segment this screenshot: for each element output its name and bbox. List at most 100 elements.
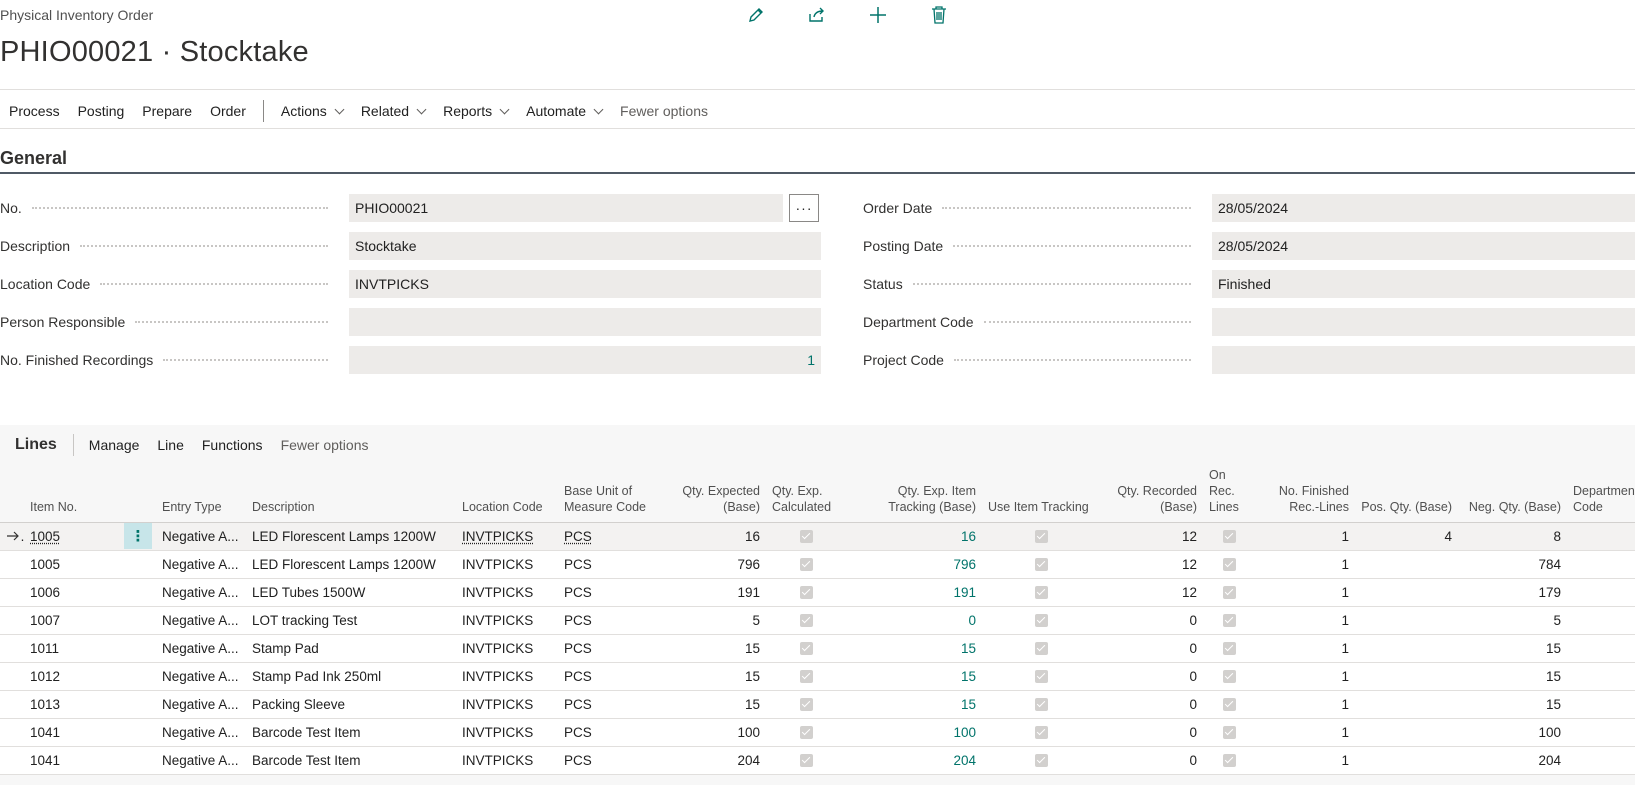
location-code-cell[interactable]: INVTPICKS: [456, 634, 558, 663]
col-qty-exp-calculated[interactable]: Qty. Exp. Calculated: [766, 463, 848, 523]
lines-action-functions[interactable]: Functions: [193, 437, 272, 453]
location-code-cell[interactable]: INVTPICKS: [456, 550, 558, 579]
department-code-cell[interactable]: [1567, 746, 1635, 775]
col-pos-qty[interactable]: Pos. Qty. (Base): [1355, 463, 1458, 523]
col-on-rec-lines[interactable]: On Rec. Lines: [1203, 463, 1253, 523]
table-row[interactable]: 1041 Negative A... Barcode Test Item INVTPI…: [0, 746, 1635, 775]
location-code-field[interactable]: INVTPICKS: [349, 270, 821, 298]
menu-actions[interactable]: Actions: [272, 103, 352, 119]
order-date-field[interactable]: 28/05/2024: [1212, 194, 1635, 222]
table-row[interactable]: 1013 Negative A... Packing Sleeve INVTPICKS…: [0, 690, 1635, 719]
description-cell[interactable]: LED Florescent Lamps 1200W: [246, 522, 456, 551]
entry-type-cell[interactable]: Negative A...: [156, 606, 246, 635]
department-code-cell[interactable]: [1567, 690, 1635, 719]
location-code-cell[interactable]: INVTPICKS: [456, 746, 558, 775]
entry-type-cell[interactable]: Negative A...: [156, 634, 246, 663]
new-icon[interactable]: [867, 4, 889, 26]
department-code-cell[interactable]: [1567, 718, 1635, 747]
uom-cell[interactable]: PCS: [558, 606, 668, 635]
table-row[interactable]: 1006 Negative A... LED Tubes 1500W INVTPICK…: [0, 578, 1635, 607]
col-entry-type[interactable]: Entry Type: [156, 463, 246, 523]
description-cell[interactable]: Packing Sleeve: [246, 690, 456, 719]
status-field[interactable]: Finished: [1212, 270, 1635, 298]
location-code-cell[interactable]: INVTPICKS: [456, 690, 558, 719]
col-item-no[interactable]: Item No.: [24, 463, 124, 523]
description-cell[interactable]: Barcode Test Item: [246, 746, 456, 775]
entry-type-cell[interactable]: Negative A...: [156, 522, 246, 551]
description-field[interactable]: Stocktake: [349, 232, 821, 260]
row-menu-cell[interactable]: [124, 746, 156, 775]
lines-fewer-options[interactable]: Fewer options: [272, 437, 378, 453]
location-code-cell[interactable]: INVTPICKS: [456, 522, 558, 551]
person-responsible-field[interactable]: [349, 308, 821, 336]
location-code-cell[interactable]: INVTPICKS: [456, 662, 558, 691]
uom-cell[interactable]: PCS: [558, 578, 668, 607]
lines-action-line[interactable]: Line: [148, 437, 192, 453]
entry-type-cell[interactable]: Negative A...: [156, 578, 246, 607]
department-code-cell[interactable]: [1567, 662, 1635, 691]
location-code-cell[interactable]: INVTPICKS: [456, 606, 558, 635]
uom-cell[interactable]: PCS: [558, 550, 668, 579]
description-cell[interactable]: Stamp Pad: [246, 634, 456, 663]
table-row[interactable]: 1007 Negative A... LOT tracking Test INVTPI…: [0, 606, 1635, 635]
item-no-cell[interactable]: 1012: [24, 662, 124, 691]
uom-cell[interactable]: PCS: [558, 522, 668, 551]
section-title-general[interactable]: General: [0, 148, 67, 169]
delete-icon[interactable]: [928, 4, 950, 26]
entry-type-cell[interactable]: Negative A...: [156, 718, 246, 747]
location-code-cell[interactable]: INVTPICKS: [456, 718, 558, 747]
qty-exp-tracking-cell[interactable]: 15: [848, 662, 982, 691]
uom-cell[interactable]: PCS: [558, 634, 668, 663]
posting-date-field[interactable]: 28/05/2024: [1212, 232, 1635, 260]
menu-reports[interactable]: Reports: [434, 103, 517, 119]
item-no-cell[interactable]: 1005: [24, 550, 124, 579]
uom-cell[interactable]: PCS: [558, 718, 668, 747]
item-no-cell[interactable]: 1005: [24, 522, 124, 551]
description-cell[interactable]: LED Florescent Lamps 1200W: [246, 550, 456, 579]
row-menu-cell[interactable]: [124, 578, 156, 607]
description-cell[interactable]: Barcode Test Item: [246, 718, 456, 747]
finished-recordings-field[interactable]: 1: [349, 346, 821, 374]
item-no-cell[interactable]: 1006: [24, 578, 124, 607]
row-menu-cell[interactable]: [124, 662, 156, 691]
col-description[interactable]: Description: [246, 463, 456, 523]
qty-exp-tracking-cell[interactable]: 0: [848, 606, 982, 635]
col-department-code[interactable]: Department Code: [1567, 463, 1635, 523]
qty-exp-tracking-cell[interactable]: 796: [848, 550, 982, 579]
qty-exp-tracking-cell[interactable]: 16: [848, 522, 982, 551]
lookup-button[interactable]: ···: [789, 194, 819, 222]
entry-type-cell[interactable]: Negative A...: [156, 550, 246, 579]
qty-exp-tracking-cell[interactable]: 100: [848, 718, 982, 747]
col-no-finished[interactable]: No. Finished Rec.-Lines: [1253, 463, 1355, 523]
qty-exp-tracking-cell[interactable]: 15: [848, 634, 982, 663]
entry-type-cell[interactable]: Negative A...: [156, 662, 246, 691]
department-code-cell[interactable]: [1567, 606, 1635, 635]
col-use-item-tracking[interactable]: Use Item Tracking: [982, 463, 1102, 523]
department-code-field[interactable]: [1212, 308, 1635, 336]
col-qty-expected[interactable]: Qty. Expected (Base): [668, 463, 766, 523]
menu-automate[interactable]: Automate: [517, 103, 611, 119]
row-menu-cell[interactable]: ⋮: [124, 522, 156, 551]
item-no-cell[interactable]: 1007: [24, 606, 124, 635]
item-no-cell[interactable]: 1011: [24, 634, 124, 663]
qty-exp-tracking-cell[interactable]: 191: [848, 578, 982, 607]
department-code-cell[interactable]: [1567, 550, 1635, 579]
qty-exp-tracking-cell[interactable]: 15: [848, 690, 982, 719]
fewer-options-button[interactable]: Fewer options: [611, 103, 717, 119]
lines-title[interactable]: Lines: [0, 436, 73, 454]
uom-cell[interactable]: PCS: [558, 662, 668, 691]
description-cell[interactable]: LED Tubes 1500W: [246, 578, 456, 607]
col-qty-exp-tracking[interactable]: Qty. Exp. Item Tracking (Base): [848, 463, 982, 523]
table-row[interactable]: 1041 Negative A... Barcode Test Item INVTPI…: [0, 718, 1635, 747]
department-code-cell[interactable]: [1567, 578, 1635, 607]
item-no-cell[interactable]: 1041: [24, 746, 124, 775]
row-menu-cell[interactable]: [124, 690, 156, 719]
share-icon[interactable]: [806, 4, 828, 26]
location-code-cell[interactable]: INVTPICKS: [456, 578, 558, 607]
action-process[interactable]: Process: [0, 103, 69, 119]
row-menu-cell[interactable]: [124, 550, 156, 579]
menu-related[interactable]: Related: [352, 103, 434, 119]
action-order[interactable]: Order: [201, 103, 255, 119]
entry-type-cell[interactable]: Negative A...: [156, 690, 246, 719]
description-cell[interactable]: Stamp Pad Ink 250ml: [246, 662, 456, 691]
